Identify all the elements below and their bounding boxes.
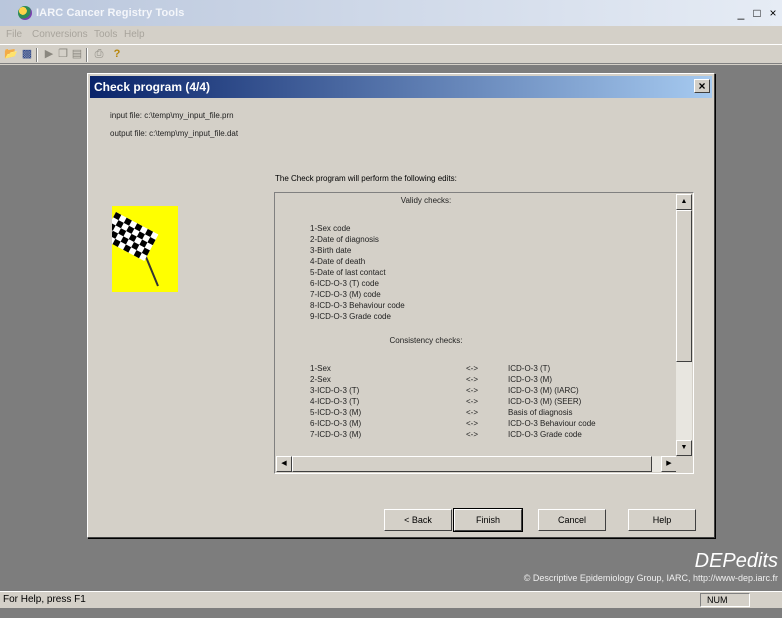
- dialog-close-button[interactable]: ×: [694, 79, 710, 93]
- consistency-right: ICD-O-3 (M) (IARC): [508, 386, 579, 395]
- consistency-left: 3-ICD-O-3 (T): [310, 386, 360, 395]
- dialog-title: Check program (4/4): [94, 80, 211, 94]
- consistency-arrow: <->: [466, 419, 479, 428]
- consistency-right: ICD-O-3 Grade code: [508, 430, 582, 439]
- finish-button[interactable]: Finish: [453, 508, 523, 532]
- scroll-left-arrow-icon[interactable]: ◀: [276, 456, 292, 472]
- depedits-logo: DEPedits: [694, 550, 778, 572]
- consistency-left: 6-ICD-O-3 (M): [310, 419, 362, 428]
- consistency-check-row: 7-ICD-O-3 (M) <-> ICD-O-3 Grade code: [276, 430, 676, 441]
- consistency-arrow: <->: [466, 397, 479, 406]
- validity-check-item: 1-Sex code: [310, 224, 351, 233]
- back-button[interactable]: < Back: [384, 509, 452, 531]
- validity-check-item: 6-ICD-O-3 (T) code: [310, 279, 379, 288]
- menu-tools[interactable]: Tools: [94, 29, 117, 40]
- checks-list-content: Validy checks: 1-Sex code 2-Date of diag…: [276, 194, 677, 456]
- vertical-scrollbar[interactable]: ▲ ▼: [676, 194, 692, 456]
- validity-check-item: 4-Date of death: [310, 257, 366, 266]
- num-lock-indicator: NUM: [700, 593, 750, 607]
- consistency-left: 7-ICD-O-3 (M): [310, 430, 362, 439]
- checks-list-box[interactable]: Validy checks: 1-Sex code 2-Date of diag…: [274, 192, 694, 474]
- status-text: For Help, press F1: [3, 594, 86, 605]
- consistency-check-row: 3-ICD-O-3 (T) <-> ICD-O-3 (M) (IARC): [276, 386, 676, 397]
- consistency-arrow: <->: [466, 386, 479, 395]
- consistency-check-row: 2-Sex <-> ICD-O-3 (M): [276, 375, 676, 386]
- edits-intro-text: The Check program will perform the follo…: [275, 174, 457, 183]
- scroll-up-arrow-icon[interactable]: ▲: [676, 194, 692, 210]
- scroll-right-arrow-icon[interactable]: ▶: [661, 456, 677, 472]
- consistency-arrow: <->: [466, 408, 479, 417]
- consistency-check-row: 6-ICD-O-3 (M) <-> ICD-O-3 Behaviour code: [276, 419, 676, 430]
- status-bar: For Help, press F1 NUM: [0, 591, 782, 608]
- help-button[interactable]: Help: [628, 509, 696, 531]
- validity-check-item: 5-Date of last contact: [310, 268, 386, 277]
- consistency-left: 4-ICD-O-3 (T): [310, 397, 360, 406]
- checkered-flag-icon: [101, 206, 178, 292]
- consistency-arrow: <->: [466, 375, 479, 384]
- check-program-dialog: Check program (4/4) × input file: c:\tem…: [87, 73, 715, 538]
- menu-bar: File Conversions Tools Help: [0, 26, 782, 44]
- validity-check-item: 8-ICD-O-3 Behaviour code: [310, 301, 405, 310]
- validity-check-item: 7-ICD-O-3 (M) code: [310, 290, 381, 299]
- consistency-left: 5-ICD-O-3 (M): [310, 408, 362, 417]
- consistency-right: ICD-O-3 (M) (SEER): [508, 397, 582, 406]
- consistency-arrow: <->: [466, 364, 479, 373]
- scroll-down-arrow-icon[interactable]: ▼: [676, 440, 692, 456]
- app-title: IARC Cancer Registry Tools: [36, 7, 185, 19]
- toolbar-separator: [86, 48, 88, 62]
- consistency-right: ICD-O-3 (M): [508, 375, 552, 384]
- vertical-scroll-thumb[interactable]: [676, 210, 692, 362]
- play-icon[interactable]: ▶: [42, 48, 56, 61]
- save-icon[interactable]: ▩: [20, 48, 34, 61]
- scrollbar-corner: [676, 456, 692, 472]
- menu-conversions[interactable]: Conversions: [32, 29, 88, 40]
- consistency-left: 2-Sex: [310, 375, 331, 384]
- toolbar-separator: [36, 48, 38, 62]
- consistency-check-row: 4-ICD-O-3 (T) <-> ICD-O-3 (M) (SEER): [276, 397, 676, 408]
- dialog-title-bar: Check program (4/4) ×: [90, 76, 712, 98]
- consistency-right: ICD-O-3 (T): [508, 364, 551, 373]
- toolbar: 📂 ▩ ▶ ❐ ▤ ⎙ ?: [0, 44, 782, 64]
- menu-file[interactable]: File: [6, 29, 22, 40]
- validity-check-item: 2-Date of diagnosis: [310, 235, 379, 244]
- consistency-checks-title: Consistency checks:: [389, 336, 463, 345]
- validity-check-item: 9-ICD-O-3 Grade code: [310, 312, 391, 321]
- consistency-right: ICD-O-3 Behaviour code: [508, 419, 596, 428]
- print-icon[interactable]: ⎙: [92, 48, 106, 61]
- copy-icon[interactable]: ❐: [56, 48, 70, 61]
- input-file-label: input file: c:\temp\my_input_file.prn: [110, 111, 234, 120]
- help-question-icon[interactable]: ?: [110, 48, 124, 61]
- cancel-button[interactable]: Cancel: [538, 509, 606, 531]
- restore-button[interactable]: □: [750, 6, 764, 20]
- horizontal-scrollbar[interactable]: ◀ ▶: [276, 456, 677, 472]
- consistency-check-row: 1-Sex <-> ICD-O-3 (T): [276, 364, 676, 375]
- app-logo-icon: [18, 6, 32, 20]
- output-file-label: output file: c:\temp\my_input_file.dat: [110, 129, 239, 138]
- horizontal-scroll-thumb[interactable]: [292, 456, 652, 472]
- consistency-check-row: 5-ICD-O-3 (M) <-> Basis of diagnosis: [276, 408, 676, 419]
- copyright-text: © Descriptive Epidemiology Group, IARC, …: [523, 573, 778, 583]
- validity-check-item: 3-Birth date: [310, 246, 352, 255]
- menu-help[interactable]: Help: [124, 29, 145, 40]
- minimize-button[interactable]: _: [734, 6, 748, 20]
- paste-icon[interactable]: ▤: [70, 48, 84, 61]
- app-title-bar: IARC Cancer Registry Tools _ □ ×: [0, 0, 782, 26]
- close-button[interactable]: ×: [766, 6, 780, 20]
- open-folder-icon[interactable]: 📂: [4, 48, 18, 61]
- consistency-left: 1-Sex: [310, 364, 331, 373]
- consistency-right: Basis of diagnosis: [508, 408, 573, 417]
- consistency-arrow: <->: [466, 430, 479, 439]
- validity-checks-title: Validy checks:: [400, 196, 452, 205]
